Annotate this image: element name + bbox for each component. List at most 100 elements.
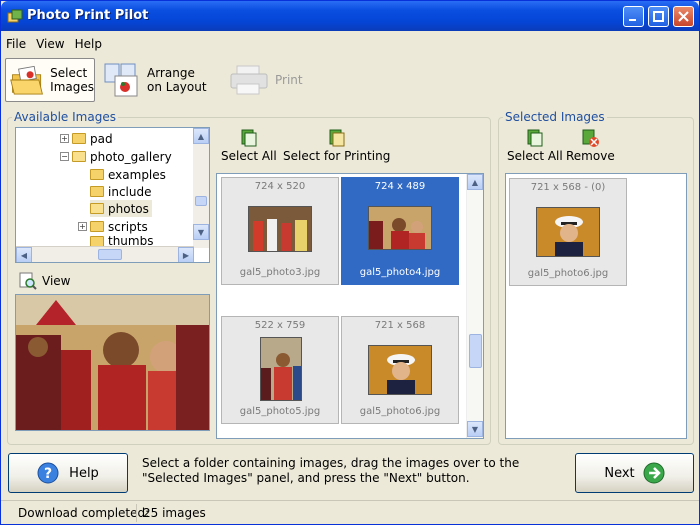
menu-file[interactable]: File bbox=[1, 34, 31, 54]
select-all-label: Select All bbox=[507, 149, 563, 163]
status-bar: Download completed: 25 images bbox=[1, 500, 699, 524]
thumbnail-dimensions: 724 x 520 bbox=[254, 181, 306, 192]
remove-button[interactable]: Remove bbox=[566, 129, 615, 163]
tree-item-thumbs[interactable]: thumbs bbox=[90, 236, 153, 246]
select-for-printing-icon bbox=[329, 129, 345, 147]
scroll-left-icon[interactable]: ◀ bbox=[16, 247, 32, 262]
help-button[interactable]: ? Help bbox=[8, 453, 128, 493]
folder-open-icon bbox=[72, 151, 86, 162]
select-all-icon bbox=[241, 129, 257, 147]
instruction-text: Select a folder containing images, drag … bbox=[142, 456, 542, 486]
view-magnifier-icon bbox=[19, 272, 37, 290]
photo-image bbox=[369, 207, 431, 249]
thumbnail-gal5-photo5[interactable]: 522 x 759 gal5_photo5.jpg bbox=[221, 316, 339, 424]
printer-icon bbox=[230, 65, 268, 95]
expand-icon[interactable]: + bbox=[60, 134, 69, 143]
photo-image bbox=[261, 338, 301, 400]
thumbnail-image bbox=[536, 207, 600, 257]
thumbnail-image bbox=[248, 206, 312, 252]
scroll-thumb[interactable] bbox=[195, 196, 207, 206]
grid-vertical-scrollbar[interactable]: ▲ ▼ bbox=[466, 174, 483, 438]
thumbnail-gal5-photo3[interactable]: 724 x 520 gal5_photo3.jpg bbox=[221, 177, 339, 285]
remove-label: Remove bbox=[566, 149, 615, 163]
thumbnail-dimensions: 724 x 489 bbox=[374, 181, 426, 192]
scroll-thumb[interactable] bbox=[469, 334, 482, 368]
title-bar[interactable]: Photo Print Pilot bbox=[1, 1, 699, 31]
folder-images-icon bbox=[10, 65, 43, 95]
scroll-down-icon[interactable]: ▼ bbox=[193, 224, 209, 240]
thumbnail-filename: gal5_photo6.jpg bbox=[527, 268, 609, 279]
arrange-layout-icon bbox=[104, 63, 138, 97]
tree-item-photo-gallery[interactable]: − photo_gallery bbox=[60, 148, 172, 165]
scroll-thumb[interactable] bbox=[98, 249, 122, 260]
available-select-all-button[interactable]: Select All bbox=[221, 129, 277, 163]
select-images-button[interactable]: Select Images bbox=[5, 58, 95, 102]
tree-vertical-scrollbar[interactable]: ▲ ▼ bbox=[193, 128, 209, 248]
tree-item-label: photo_gallery bbox=[90, 149, 172, 164]
menu-view[interactable]: View bbox=[31, 34, 69, 54]
expand-icon[interactable]: + bbox=[78, 222, 87, 231]
folder-open-icon bbox=[90, 203, 104, 214]
next-arrow-icon bbox=[643, 462, 665, 484]
thumbnail-dimensions: 721 x 568 - (0) bbox=[530, 182, 606, 193]
collapse-icon[interactable]: − bbox=[60, 152, 69, 161]
tree-horizontal-scrollbar[interactable]: ◀ ▶ bbox=[16, 246, 194, 262]
status-separator bbox=[136, 504, 137, 522]
next-label: Next bbox=[604, 465, 635, 481]
select-for-printing-button[interactable]: Select for Printing bbox=[283, 129, 390, 163]
tree-item-pad[interactable]: + pad bbox=[60, 130, 113, 147]
photo-image bbox=[369, 346, 431, 394]
toolbar: Select Images Arrange on Layout Print bbox=[1, 56, 699, 104]
thumbnail-gal5-photo4[interactable]: 724 x 489 gal5_photo4.jpg bbox=[341, 177, 459, 285]
tree-item-label: thumbs bbox=[108, 236, 154, 246]
tree-item-include[interactable]: include bbox=[90, 183, 151, 200]
menu-help[interactable]: Help bbox=[70, 34, 107, 54]
thumbnail-filename: gal5_photo6.jpg bbox=[359, 406, 441, 417]
close-icon bbox=[678, 11, 689, 22]
scroll-up-icon[interactable]: ▲ bbox=[193, 128, 209, 144]
photo-image bbox=[537, 208, 599, 256]
selected-images-title: Selected Images bbox=[503, 110, 607, 124]
view-label: View bbox=[42, 274, 71, 288]
tree-item-label: examples bbox=[108, 167, 166, 182]
scroll-up-icon[interactable]: ▲ bbox=[467, 174, 483, 190]
view-toggle[interactable]: View bbox=[19, 272, 70, 290]
folder-tree[interactable]: + pad − photo_gallery examples include p… bbox=[15, 127, 210, 263]
print-button[interactable]: Print bbox=[229, 58, 309, 102]
thumbnail-gal5-photo6[interactable]: 721 x 568 gal5_photo6.jpg bbox=[341, 316, 459, 424]
select-for-printing-label: Select for Printing bbox=[283, 149, 391, 163]
available-images-title: Available Images bbox=[12, 110, 118, 124]
tree-item-examples[interactable]: examples bbox=[90, 166, 166, 183]
selected-thumbnail-gal5-photo6[interactable]: 721 x 568 - (0) gal5_photo6.jpg bbox=[509, 178, 627, 286]
arrange-layout-button[interactable]: Arrange on Layout bbox=[103, 58, 213, 102]
tree-item-label: photos bbox=[108, 201, 149, 216]
thumbnail-filename: gal5_photo4.jpg bbox=[359, 267, 441, 278]
instruction-line-1: Select a folder containing images, drag … bbox=[142, 456, 520, 470]
next-button[interactable]: Next bbox=[575, 453, 694, 493]
folder-icon bbox=[72, 133, 86, 144]
select-images-label: Select Images bbox=[50, 66, 94, 94]
selected-images-panel[interactable]: 721 x 568 - (0) gal5_photo6.jpg bbox=[505, 173, 687, 439]
preview-photo bbox=[16, 295, 209, 430]
app-icon bbox=[7, 9, 23, 23]
folder-icon bbox=[90, 169, 104, 180]
tree-item-photos[interactable]: photos bbox=[90, 200, 152, 217]
thumbnail-dimensions: 522 x 759 bbox=[254, 320, 306, 331]
scroll-right-icon[interactable]: ▶ bbox=[178, 247, 194, 262]
maximize-button[interactable] bbox=[648, 6, 669, 27]
scroll-down-icon[interactable]: ▼ bbox=[467, 421, 483, 437]
tree-item-scripts[interactable]: + scripts bbox=[78, 218, 148, 235]
minimize-button[interactable] bbox=[623, 6, 644, 27]
thumbnail-image bbox=[368, 206, 432, 250]
folder-icon bbox=[90, 236, 104, 246]
image-preview bbox=[15, 294, 210, 431]
selected-select-all-button[interactable]: Select All bbox=[507, 129, 563, 163]
tree-item-label: include bbox=[108, 184, 152, 199]
instruction-line-2: "Selected Images" panel, and press the "… bbox=[142, 471, 470, 485]
thumbnail-image bbox=[260, 337, 302, 401]
remove-icon bbox=[582, 129, 600, 147]
available-images-grid[interactable]: 724 x 520 gal5_photo3.jpg 724 x 489 gal5… bbox=[216, 173, 484, 439]
minimize-icon bbox=[629, 19, 636, 21]
close-button[interactable] bbox=[673, 6, 694, 27]
window-title: Photo Print Pilot bbox=[27, 8, 149, 23]
